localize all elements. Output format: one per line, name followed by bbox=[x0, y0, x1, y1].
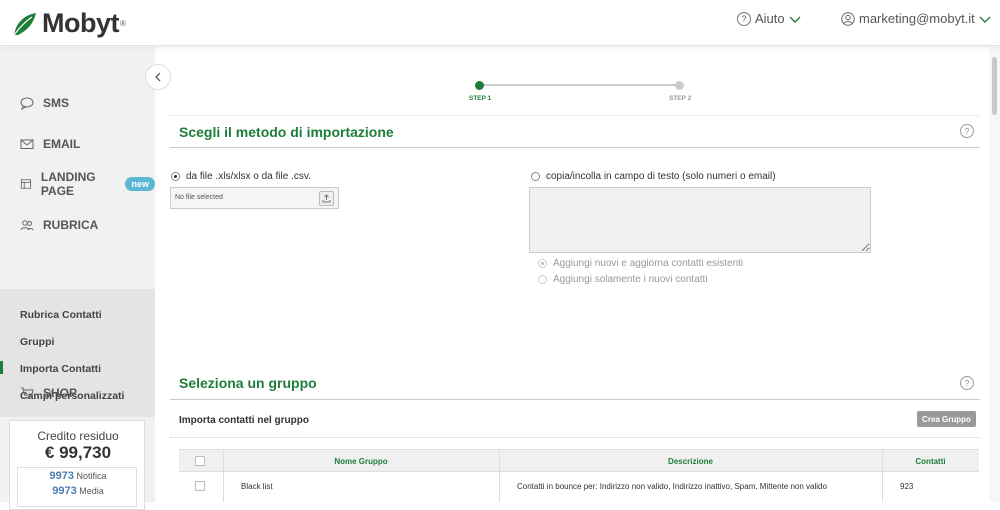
contacts-icon bbox=[20, 220, 34, 231]
sidebar-item-label: SHOP bbox=[43, 386, 78, 400]
file-upload-input[interactable]: No file selected bbox=[170, 187, 339, 209]
create-group-button[interactable]: Crea Gruppo bbox=[917, 411, 976, 427]
sidebar-item-landing-page[interactable]: LANDING PAGE new bbox=[0, 164, 155, 204]
step-2-dot[interactable] bbox=[675, 81, 684, 90]
column-separator bbox=[499, 449, 500, 502]
upload-icon bbox=[322, 194, 331, 203]
file-option-label: da file .xls/xlsx o da file .csv. bbox=[186, 171, 311, 182]
group-count-cell: 923 bbox=[900, 482, 914, 491]
help-icon[interactable]: ? bbox=[960, 376, 974, 390]
envelope-icon bbox=[20, 139, 34, 149]
paste-textarea[interactable] bbox=[529, 187, 871, 253]
column-header-description[interactable]: Descrizione bbox=[499, 457, 882, 466]
logo-text: Mobyt bbox=[42, 8, 119, 38]
sidebar-item-label: SMS bbox=[43, 96, 70, 110]
user-icon bbox=[841, 11, 855, 26]
step-2-label: STEP 2 bbox=[669, 95, 692, 102]
step-1-dot[interactable] bbox=[475, 81, 484, 90]
sidebar-item-shop[interactable]: SHOP bbox=[0, 373, 155, 413]
select-all-checkbox[interactable] bbox=[195, 456, 205, 466]
upload-button[interactable] bbox=[319, 191, 334, 206]
section-divider bbox=[170, 147, 980, 148]
scroll-thumb[interactable] bbox=[992, 57, 997, 115]
sidebar-item-email[interactable]: EMAIL bbox=[0, 124, 155, 164]
sidebar-collapse-button[interactable] bbox=[145, 64, 171, 90]
credit-row-notifica: 9973 Notifica bbox=[18, 470, 138, 482]
chevron-down-icon bbox=[789, 16, 801, 23]
step-1-label: STEP 1 bbox=[469, 95, 492, 102]
import-group-label: Importa contatti nel gruppo bbox=[179, 415, 309, 426]
cart-icon bbox=[21, 387, 34, 399]
account-menu[interactable]: marketing@mobyt.it bbox=[841, 11, 991, 26]
credit-box: Credito residuo € 99,730 9973 Notifica 9… bbox=[9, 420, 145, 510]
paste-option-label: copia/incolla in campo di testo (solo nu… bbox=[546, 171, 776, 182]
column-header-name[interactable]: Nome Gruppo bbox=[223, 457, 499, 466]
dotted-divider bbox=[170, 437, 980, 438]
radio-paste-option[interactable] bbox=[531, 172, 540, 181]
row-checkbox[interactable] bbox=[195, 481, 205, 491]
table-header: Nome Gruppo Descrizione Contatti bbox=[179, 449, 979, 472]
sidebar-item-sms[interactable]: SMS bbox=[0, 83, 155, 123]
leaf-logo-icon bbox=[13, 12, 36, 35]
sidebar-item-label: LANDING PAGE bbox=[40, 170, 96, 198]
radio-add-new-only[interactable] bbox=[538, 275, 547, 284]
help-label: Aiuto bbox=[755, 11, 785, 26]
sidebar-item-label: EMAIL bbox=[43, 137, 81, 151]
column-separator bbox=[223, 449, 224, 502]
logo-trademark: ® bbox=[119, 19, 126, 28]
import-method-title: Scegli il metodo di importazione bbox=[179, 124, 394, 140]
select-group-title: Seleziona un gruppo bbox=[179, 375, 317, 391]
add-update-label: Aggiungi nuovi e aggiorna contatti esist… bbox=[553, 258, 744, 269]
group-description-cell: Contatti in bounce per: Indirizzo non va… bbox=[517, 482, 827, 491]
radio-add-update[interactable] bbox=[538, 259, 547, 268]
credit-type: Media bbox=[79, 486, 104, 496]
chevron-down-icon bbox=[979, 16, 991, 23]
steps-track bbox=[480, 84, 680, 86]
submenu-item-gruppi[interactable]: Gruppi bbox=[20, 336, 54, 348]
file-placeholder: No file selected bbox=[175, 194, 223, 201]
section-divider bbox=[170, 399, 980, 400]
question-icon: ? bbox=[737, 11, 751, 26]
radio-file-option[interactable] bbox=[171, 172, 180, 181]
help-menu[interactable]: ? Aiuto bbox=[737, 11, 801, 26]
chat-bubble-icon bbox=[20, 97, 34, 110]
mobyt-logo[interactable]: Mobyt ® bbox=[12, 8, 126, 39]
page-scrollbar[interactable] bbox=[989, 47, 1000, 502]
add-new-only-label: Aggiungi solamente i nuovi contatti bbox=[553, 274, 708, 285]
sidebar-item-label: RUBRICA bbox=[43, 218, 99, 232]
new-badge: new bbox=[125, 177, 155, 191]
page-icon bbox=[20, 179, 32, 189]
chevron-left-icon bbox=[155, 72, 161, 82]
top-bar: Mobyt ® ? Aiuto marketing@mobyt.it bbox=[0, 0, 1000, 46]
section-top-divider bbox=[170, 115, 980, 116]
credit-row-media: 9973 Media bbox=[18, 485, 138, 497]
column-separator bbox=[882, 449, 883, 502]
submenu-item-rubrica-contatti[interactable]: Rubrica Contatti bbox=[20, 309, 102, 321]
credit-value: € 99,730 bbox=[44, 443, 112, 462]
help-icon[interactable]: ? bbox=[960, 124, 974, 138]
group-name-cell: Black list bbox=[241, 482, 273, 491]
credit-count: 9973 bbox=[49, 470, 74, 482]
credit-breakdown: 9973 Notifica 9973 Media bbox=[17, 467, 137, 507]
account-email: marketing@mobyt.it bbox=[859, 11, 975, 26]
column-header-count[interactable]: Contatti bbox=[882, 457, 979, 466]
sidebar-item-rubrica[interactable]: RUBRICA bbox=[0, 205, 155, 245]
credit-count: 9973 bbox=[52, 485, 77, 497]
credit-type: Notifica bbox=[76, 471, 107, 481]
credit-label: Credito residuo bbox=[37, 429, 119, 443]
